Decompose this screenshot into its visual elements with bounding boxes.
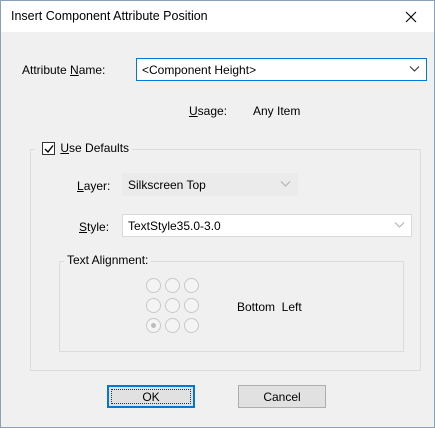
use-defaults-toggle[interactable]: Use Defaults	[35, 140, 133, 156]
align-bottom-center-radio[interactable]	[165, 318, 180, 333]
focus-rect	[111, 389, 191, 404]
chevron-down-icon	[280, 181, 291, 187]
use-defaults-checkbox[interactable]	[42, 142, 55, 156]
attribute-name-dropdown[interactable]: <Component Height>	[136, 58, 427, 81]
window-title: Insert Component Attribute Position	[11, 9, 208, 23]
attribute-name-value: <Component Height>	[142, 63, 257, 77]
cancel-button-label: Cancel	[263, 389, 301, 404]
layer-dropdown[interactable]: Silkscreen Top	[122, 173, 298, 196]
usage-value: Any Item	[253, 104, 301, 118]
style-label: Style:	[79, 220, 110, 234]
text-alignment-title: Text Alignment:	[64, 253, 152, 269]
style-dropdown[interactable]: TextStyle35.0-3.0	[122, 214, 412, 237]
align-bottom-left-radio[interactable]	[146, 318, 161, 333]
title-bar[interactable]: Insert Component Attribute Position	[1, 1, 434, 32]
chevron-down-icon	[409, 66, 420, 72]
close-icon	[405, 11, 417, 22]
align-middle-left-radio[interactable]	[146, 298, 161, 313]
align-bottom-right-radio[interactable]	[184, 318, 199, 333]
align-middle-right-radio[interactable]	[184, 298, 199, 313]
cancel-button[interactable]: Cancel	[238, 385, 326, 408]
style-value: TextStyle35.0-3.0	[128, 219, 221, 233]
dialog-window: Insert Component Attribute Position Attr…	[0, 0, 435, 428]
attribute-name-label: Attribute Name:	[22, 63, 106, 77]
alignment-value: Bottom Left	[237, 300, 302, 314]
text-alignment-group	[59, 261, 404, 352]
align-top-left-radio[interactable]	[146, 278, 161, 293]
align-middle-center-radio[interactable]	[165, 298, 180, 313]
usage-label: Usage:	[189, 104, 228, 118]
chevron-down-icon	[394, 222, 405, 228]
layer-value: Silkscreen Top	[128, 178, 206, 192]
close-button[interactable]	[388, 1, 434, 32]
align-top-right-radio[interactable]	[184, 278, 199, 293]
align-top-center-radio[interactable]	[165, 278, 180, 293]
ok-button[interactable]: OK	[107, 385, 195, 408]
layer-label: Layer:	[77, 179, 111, 193]
use-defaults-label: Use Defaults	[60, 140, 130, 155]
checkmark-icon	[44, 145, 54, 154]
